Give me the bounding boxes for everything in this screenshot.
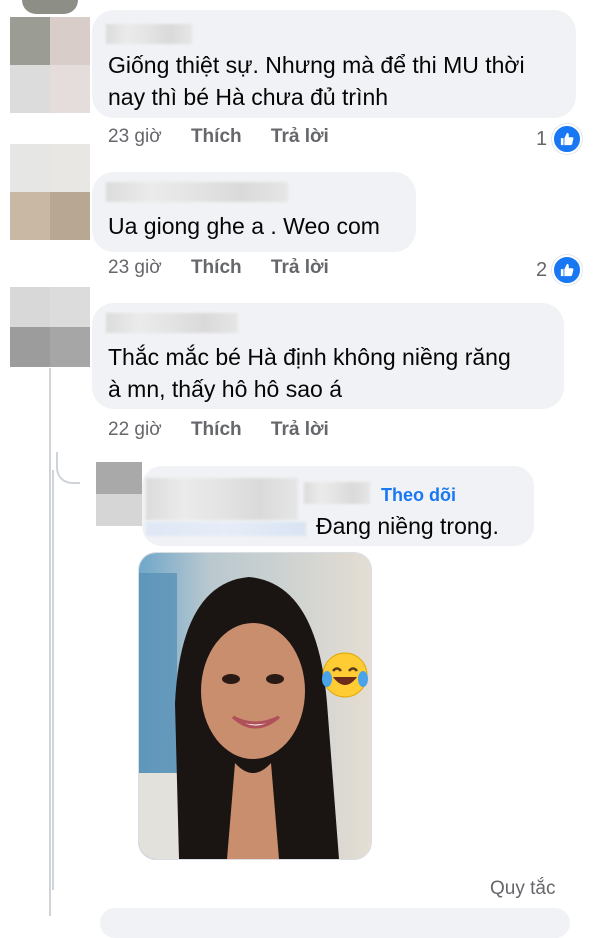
reply-connector bbox=[56, 452, 80, 484]
comment-2-reply-button[interactable]: Trả lời bbox=[271, 257, 329, 278]
comment-1-avatar[interactable] bbox=[10, 17, 90, 113]
partial-avatar-top bbox=[22, 0, 78, 14]
comment-2-avatar[interactable] bbox=[10, 144, 90, 240]
comment-3-author-name[interactable] bbox=[106, 313, 238, 333]
comment-3-avatar[interactable] bbox=[10, 287, 90, 367]
selfie-photo-illustration bbox=[139, 553, 371, 859]
rules-link[interactable]: Quy tắc bbox=[490, 878, 555, 900]
like-icon bbox=[552, 124, 583, 154]
comment-1-meta: 23 giờ Thích Trả lời bbox=[108, 126, 353, 148]
comment-1-reaction-count: 1 bbox=[536, 127, 548, 150]
comment-3-like-button[interactable]: Thích bbox=[191, 419, 242, 440]
reply-author-name-extra bbox=[304, 482, 370, 504]
comment-1-author-name[interactable] bbox=[106, 24, 192, 44]
comment-3-text-line-1: Thắc mắc bé Hà định không niềng răng bbox=[108, 344, 511, 370]
reply-photo[interactable] bbox=[138, 552, 372, 860]
comment-3-text-line-2: à mn, thấy hô hô sao á bbox=[108, 376, 342, 402]
comment-2-author-name[interactable] bbox=[106, 182, 288, 202]
comment-1-text-line-2: nay thì bé Hà chưa đủ trình bbox=[108, 84, 389, 110]
laughing-tears-emoji-icon bbox=[319, 649, 371, 701]
comment-2-meta: 23 giờ Thích Trả lời bbox=[108, 257, 353, 279]
comment-3-meta: 22 giờ Thích Trả lời bbox=[108, 419, 353, 441]
reply-author-name[interactable] bbox=[146, 478, 298, 520]
like-icon bbox=[552, 255, 583, 285]
comment-2-text-line-1: Ua giong ghe a . Weo com bbox=[108, 213, 380, 239]
comment-2-reaction-count: 2 bbox=[536, 258, 548, 281]
comment-3-time[interactable]: 22 giờ bbox=[108, 419, 162, 440]
comment-1-reactions[interactable]: 1 bbox=[536, 124, 583, 154]
comment-2-reactions[interactable]: 2 bbox=[536, 255, 583, 285]
comment-1-text-line-1: Giống thiệt sự. Nhưng mà để thi MU thời bbox=[108, 52, 525, 78]
comment-3-reply-button[interactable]: Trả lời bbox=[271, 419, 329, 440]
comment-input-partial[interactable] bbox=[100, 908, 570, 938]
reply-text: Đang niềng trong. bbox=[316, 513, 499, 539]
comment-1-like-button[interactable]: Thích bbox=[191, 126, 242, 147]
follow-button[interactable]: Theo dõi bbox=[381, 485, 456, 506]
reply-thread-line bbox=[52, 470, 54, 890]
reply-mention-tag[interactable] bbox=[146, 522, 306, 536]
thread-line bbox=[49, 368, 51, 916]
comment-2-like-button[interactable]: Thích bbox=[191, 257, 242, 278]
comment-1-reply-button[interactable]: Trả lời bbox=[271, 126, 329, 147]
reply-avatar[interactable] bbox=[96, 462, 142, 526]
comment-2-time[interactable]: 23 giờ bbox=[108, 257, 162, 278]
comment-1-time[interactable]: 23 giờ bbox=[108, 126, 162, 147]
